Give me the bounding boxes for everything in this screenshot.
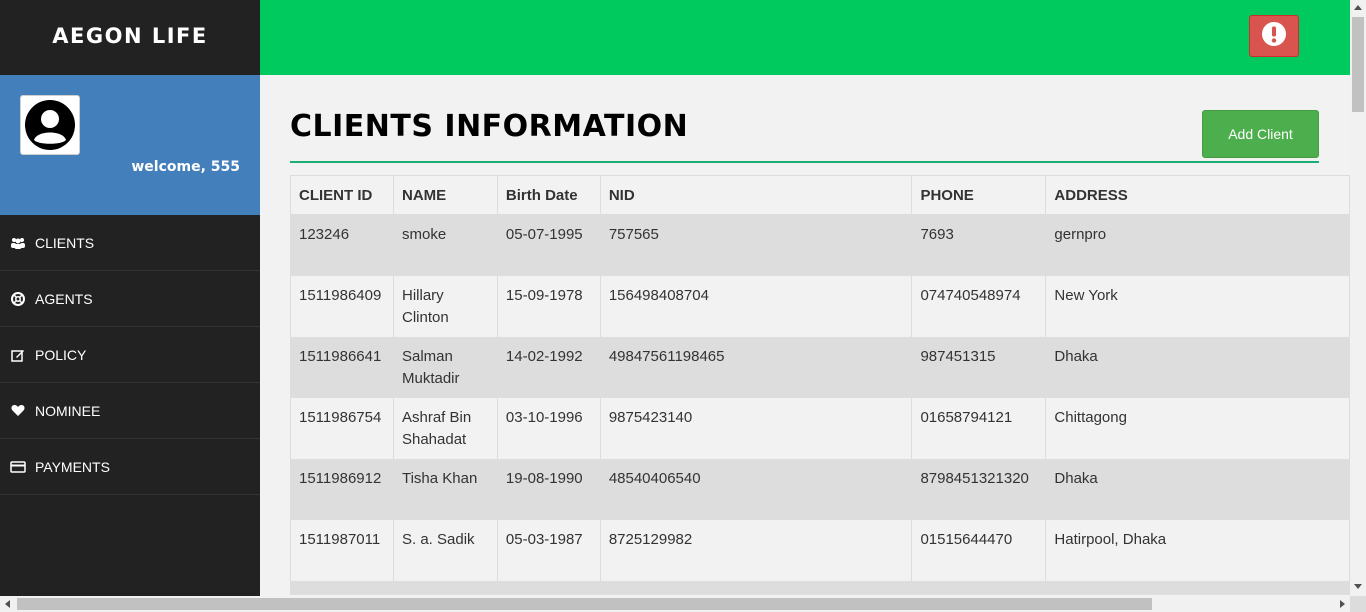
- brand-title: AEGON LIFE: [0, 0, 260, 75]
- cell-birth-date: [497, 580, 601, 595]
- vertical-scrollbar[interactable]: [1350, 0, 1366, 596]
- table-row[interactable]: 123246 smoke 05-07-1995 757565 7693 gern…: [290, 214, 1350, 276]
- column-header-nid[interactable]: NID: [600, 175, 913, 215]
- cell-client-id: 1511986641: [290, 336, 394, 398]
- cell-name: Salman Muktadir: [393, 336, 498, 398]
- sidebar-item-label: PAYMENTS: [35, 458, 110, 475]
- exclamation-circle-icon: [1261, 21, 1287, 52]
- sidebar-item-nominee[interactable]: NOMINEE: [0, 383, 260, 439]
- cell-phone: 01515644470: [911, 519, 1047, 581]
- sidebar-item-policy[interactable]: POLICY: [0, 327, 260, 383]
- cell-name: Ashraf Bin Shahadat: [393, 397, 498, 459]
- table-row[interactable]: 1511986754 Ashraf Bin Shahadat 03-10-199…: [290, 397, 1350, 459]
- cell-nid: 48540406540: [600, 458, 913, 520]
- sidebar-nav: CLIENTS AGENTS POLICY NOMINEE PAYMENTS: [0, 215, 260, 495]
- scroll-up-icon[interactable]: [1354, 5, 1362, 10]
- cell-phone: 074740548974: [911, 275, 1047, 337]
- table-header-row: CLIENT ID NAME Birth Date NID PHONE ADDR…: [290, 175, 1350, 215]
- cell-address: Hatirpool, Dhaka: [1045, 519, 1350, 581]
- cell-name: Hillary Clinton: [393, 275, 498, 337]
- scroll-right-icon[interactable]: [1340, 600, 1345, 608]
- cell-birth-date: 15-09-1978: [497, 275, 601, 337]
- cell-birth-date: 03-10-1996: [497, 397, 601, 459]
- cell-address: Dhaka: [1045, 336, 1350, 398]
- cell-address: Chittagong: [1045, 397, 1350, 459]
- scroll-left-icon[interactable]: [5, 600, 10, 608]
- cell-birth-date: 19-08-1990: [497, 458, 601, 520]
- cell-nid: 156498408704: [600, 275, 913, 337]
- cell-birth-date: 05-03-1987: [497, 519, 601, 581]
- cell-name: smoke: [393, 214, 498, 276]
- cell-client-id: [290, 580, 394, 595]
- credit-card-icon: [10, 460, 26, 474]
- column-header-birth-date[interactable]: Birth Date: [497, 175, 601, 215]
- sidebar-item-payments[interactable]: PAYMENTS: [0, 439, 260, 495]
- cell-nid: 9875423140: [600, 397, 913, 459]
- cell-client-id: 1511986409: [290, 275, 394, 337]
- cell-client-id: 1511987011: [290, 519, 394, 581]
- cell-name: [393, 580, 498, 595]
- cell-phone: 01658794121: [911, 397, 1047, 459]
- main-content: CLIENTS INFORMATION Add Client CLIENT ID…: [260, 75, 1350, 595]
- top-bar: [260, 0, 1350, 75]
- cell-phone: 7693: [911, 214, 1047, 276]
- cell-phone: 8798451321320: [911, 458, 1047, 520]
- user-avatar-icon[interactable]: [20, 95, 80, 155]
- cell-nid: 8725129982: [600, 519, 913, 581]
- app-window: AEGON LIFE welcome, 555 CLIENTS AGENTS P…: [0, 0, 1366, 612]
- table-row[interactable]: 1511986912 Tisha Khan 19-08-1990 4854040…: [290, 458, 1350, 520]
- welcome-text: welcome, 555: [131, 159, 240, 175]
- column-header-phone[interactable]: PHONE: [911, 175, 1047, 215]
- horizontal-scrollbar[interactable]: [0, 596, 1350, 612]
- scrollbar-corner: [1350, 596, 1366, 612]
- users-icon: [10, 236, 26, 250]
- cell-nid: 757565: [600, 214, 913, 276]
- life-ring-icon: [10, 291, 26, 306]
- table-row[interactable]: 1511987011 S. a. Sadik 05-03-1987 872512…: [290, 519, 1350, 581]
- sidebar: AEGON LIFE welcome, 555 CLIENTS AGENTS P…: [0, 0, 260, 612]
- cell-client-id: 1511986754: [290, 397, 394, 459]
- cell-address: [1045, 580, 1350, 595]
- alert-button[interactable]: [1249, 15, 1299, 57]
- sidebar-item-label: CLIENTS: [35, 234, 95, 251]
- table-row[interactable]: [290, 580, 1350, 595]
- sidebar-item-label: AGENTS: [35, 290, 93, 307]
- cell-nid: [600, 580, 913, 595]
- cell-phone: [911, 580, 1047, 595]
- title-divider: [290, 161, 1319, 163]
- column-header-address[interactable]: ADDRESS: [1045, 175, 1350, 215]
- table-row[interactable]: 1511986641 Salman Muktadir 14-02-1992 49…: [290, 336, 1350, 398]
- heart-icon: [10, 404, 26, 418]
- cell-birth-date: 05-07-1995: [497, 214, 601, 276]
- horizontal-scroll-thumb[interactable]: [17, 598, 1152, 610]
- clients-table: CLIENT ID NAME Birth Date NID PHONE ADDR…: [290, 175, 1350, 595]
- scroll-down-icon[interactable]: [1354, 584, 1362, 589]
- cell-birth-date: 14-02-1992: [497, 336, 601, 398]
- column-header-client-id[interactable]: CLIENT ID: [290, 175, 394, 215]
- cell-address: gernpro: [1045, 214, 1350, 276]
- cell-name: S. a. Sadik: [393, 519, 498, 581]
- cell-name: Tisha Khan: [393, 458, 498, 520]
- cell-client-id: 1511986912: [290, 458, 394, 520]
- table-row[interactable]: 1511986409 Hillary Clinton 15-09-1978 15…: [290, 275, 1350, 337]
- sidebar-item-clients[interactable]: CLIENTS: [0, 215, 260, 271]
- cell-nid: 49847561198465: [600, 336, 913, 398]
- edit-icon: [10, 348, 26, 362]
- column-header-name[interactable]: NAME: [393, 175, 498, 215]
- cell-address: New York: [1045, 275, 1350, 337]
- vertical-scroll-thumb[interactable]: [1352, 17, 1364, 112]
- cell-phone: 987451315: [911, 336, 1047, 398]
- page-title: CLIENTS INFORMATION: [290, 109, 689, 144]
- sidebar-item-label: POLICY: [35, 346, 87, 363]
- cell-client-id: 123246: [290, 214, 394, 276]
- sidebar-item-agents[interactable]: AGENTS: [0, 271, 260, 327]
- add-client-button[interactable]: Add Client: [1202, 110, 1319, 158]
- sidebar-item-label: NOMINEE: [35, 402, 101, 419]
- profile-panel: welcome, 555: [0, 75, 260, 215]
- cell-address: Dhaka: [1045, 458, 1350, 520]
